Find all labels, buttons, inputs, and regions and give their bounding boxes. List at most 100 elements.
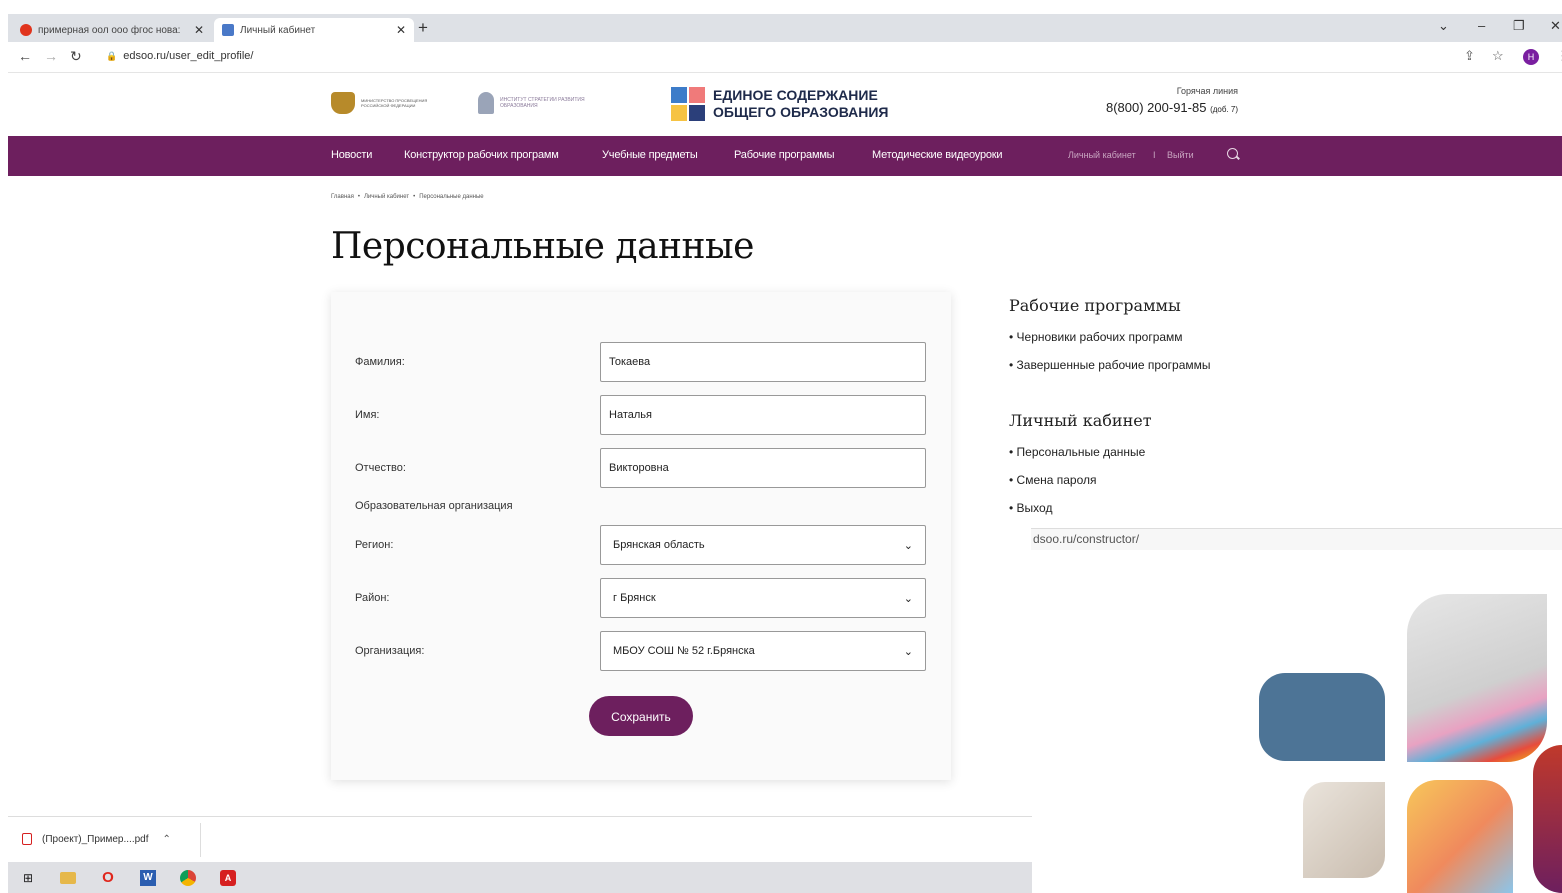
hotline: Горячая линия 8(800) 200-91-85 (доб. 7)	[1068, 86, 1238, 115]
lock-icon: 🔒	[106, 51, 118, 61]
sidebar-heading-account: Личный кабинет	[1009, 411, 1152, 430]
hotline-label: Горячая линия	[1176, 86, 1238, 96]
download-divider	[200, 823, 201, 857]
address-bar: ← → ↻ 🔒 edsoo.ru/user_edit_profile/ ⇪ ☆ Н…	[8, 42, 1562, 73]
browser-menu-icon[interactable]: ⋮	[1556, 48, 1562, 64]
url-text: edsoo.ru/user_edit_profile/	[123, 50, 254, 62]
yandex-favicon-icon	[20, 24, 32, 36]
download-filename: (Проект)_Пример....pdf	[42, 833, 149, 845]
forward-arrow-icon[interactable]: →	[44, 48, 58, 64]
district-select-value: г Брянск	[613, 592, 656, 604]
institute-logo-text: ИНСТИТУТ СТРАТЕГИИ РАЗВИТИЯ ОБРАЗОВАНИЯ	[500, 97, 585, 109]
brand-line-1: ЕДИНОЕ СОДЕРЖАНИЕ	[713, 87, 878, 103]
nav-account-link[interactable]: Личный кабинет	[1068, 150, 1136, 160]
decorative-blue-tile	[1259, 673, 1385, 761]
chevron-up-icon[interactable]: ⌃	[163, 834, 171, 845]
district-select[interactable]: г Брянск ⌄	[600, 578, 926, 618]
nav-item-subjects[interactable]: Учебные предметы	[602, 149, 698, 161]
nav-logout-link[interactable]: Выйти	[1167, 150, 1194, 160]
close-tab-icon[interactable]: ✕	[396, 23, 406, 37]
close-tab-icon[interactable]: ✕	[194, 23, 204, 37]
chrome-icon[interactable]	[180, 870, 196, 886]
region-select[interactable]: Брянская область ⌄	[600, 525, 926, 565]
profile-form: Фамилия: Имя: Отчество: Образовательная …	[331, 292, 951, 780]
browser-tab-strip: примерная оол ооо фгос нова: ✕ Личный ка…	[8, 14, 1562, 42]
tab-search-chevron-icon[interactable]: ⌄	[1438, 18, 1449, 34]
nav-separator: I	[1153, 150, 1156, 160]
download-bar: (Проект)_Пример....pdf ⌃	[8, 816, 1032, 863]
tab-title: примерная оол ооо фгос нова:	[38, 24, 181, 36]
sidebar-heading-programs: Рабочие программы	[1009, 296, 1181, 315]
breadcrumb-account[interactable]: Личный кабинет	[364, 194, 409, 200]
hotline-phone[interactable]: 8(800) 200-91-85	[1106, 100, 1206, 115]
file-explorer-icon[interactable]	[60, 872, 76, 884]
breadcrumb-current: Персональные данные	[419, 194, 484, 200]
minimize-icon[interactable]: –	[1478, 18, 1485, 33]
chevron-down-icon: ⌄	[903, 539, 913, 552]
organization-select[interactable]: МБОУ СОШ № 52 г.Брянска ⌄	[600, 631, 926, 671]
sidebar-link-personal-data[interactable]: • Персональные данные	[1009, 445, 1145, 459]
district-label: Район:	[355, 592, 390, 604]
pdf-file-icon	[22, 833, 32, 845]
patronymic-input[interactable]	[600, 448, 926, 488]
page-title: Персональные данные	[331, 226, 754, 267]
surname-input[interactable]	[600, 342, 926, 382]
acrobat-icon[interactable]: A	[220, 870, 236, 886]
brand-line-2: ОБЩЕГО ОБРАЗОВАНИЯ	[713, 104, 889, 120]
decorative-red-tile	[1533, 745, 1562, 893]
eagle-emblem-icon	[331, 92, 355, 114]
org-section-label: Образовательная организация	[355, 500, 513, 512]
download-item[interactable]: (Проект)_Пример....pdf ⌃	[22, 833, 171, 845]
ministry-logo-text: МИНИСТЕРСТВО ПРОСВЕЩЕНИЯ РОССИЙСКОЙ ФЕДЕ…	[361, 98, 428, 108]
hotline-ext: (доб. 7)	[1210, 105, 1238, 114]
site-header: МИНИСТЕРСТВО ПРОСВЕЩЕНИЯ РОССИЙСКОЙ ФЕДЕ…	[8, 74, 1562, 136]
reload-icon[interactable]: ↻	[70, 48, 82, 65]
institute-logo[interactable]: ИНСТИТУТ СТРАТЕГИИ РАЗВИТИЯ ОБРАЗОВАНИЯ	[478, 92, 600, 114]
opera-icon[interactable]: O	[100, 870, 116, 886]
decorative-paper-photo	[1407, 780, 1513, 893]
url-field[interactable]: 🔒 edsoo.ru/user_edit_profile/	[106, 50, 253, 62]
restore-icon[interactable]: ❐	[1513, 18, 1525, 34]
decorative-pencils-photo	[1407, 594, 1547, 762]
windows-taskbar: ⊞ O W A	[8, 862, 1032, 893]
organization-label: Организация:	[355, 645, 425, 657]
surname-label: Фамилия:	[355, 356, 405, 368]
windows-start-icon[interactable]: ⊞	[20, 870, 36, 886]
institute-emblem-icon	[478, 92, 494, 114]
search-icon[interactable]	[1227, 148, 1238, 159]
name-input[interactable]	[600, 395, 926, 435]
nav-item-constructor[interactable]: Конструктор рабочих программ	[404, 149, 559, 161]
sidebar-link-logout[interactable]: • Выход	[1009, 501, 1052, 515]
nav-item-news[interactable]: Новости	[331, 149, 372, 161]
patronymic-label: Отчество:	[355, 462, 406, 474]
breadcrumb-home[interactable]: Главная	[331, 194, 354, 200]
sidebar-link-change-password[interactable]: • Смена пароля	[1009, 473, 1097, 487]
sidebar-link-completed[interactable]: • Завершенные рабочие программы	[1009, 358, 1211, 372]
back-arrow-icon[interactable]: ←	[18, 48, 32, 64]
chevron-down-icon: ⌄	[903, 592, 913, 605]
brand-mark-icon	[671, 87, 705, 121]
word-icon[interactable]: W	[140, 870, 156, 886]
region-label: Регион:	[355, 539, 394, 551]
site-favicon-icon	[222, 24, 234, 36]
close-window-icon[interactable]: ✕	[1550, 18, 1561, 34]
link-hover-status-url: dsoo.ru/constructor/	[1031, 528, 1562, 550]
sidebar-link-drafts[interactable]: • Черновики рабочих программ	[1009, 330, 1183, 344]
main-nav: Новости Конструктор рабочих программ Уче…	[8, 136, 1562, 176]
share-icon[interactable]: ⇪	[1464, 48, 1475, 64]
profile-avatar[interactable]: Н	[1523, 49, 1539, 65]
nav-item-video-lessons[interactable]: Методические видеоуроки	[872, 149, 1003, 161]
ministry-logo[interactable]: МИНИСТЕРСТВО ПРОСВЕЩЕНИЯ РОССИЙСКОЙ ФЕДЕ…	[331, 92, 451, 114]
browser-tab[interactable]: примерная оол ооо фгос нова: ✕	[12, 18, 212, 42]
bookmark-star-icon[interactable]: ☆	[1492, 48, 1504, 64]
organization-select-value: МБОУ СОШ № 52 г.Брянска	[613, 645, 755, 657]
edsoo-brand-logo[interactable]: ЕДИНОЕ СОДЕРЖАНИЕ ОБЩЕГО ОБРАЗОВАНИЯ	[671, 87, 889, 121]
tab-title: Личный кабинет	[240, 24, 316, 36]
breadcrumb: Главная • Личный кабинет • Персональные данн…	[331, 194, 484, 200]
chevron-down-icon: ⌄	[903, 645, 913, 658]
nav-item-work-programs[interactable]: Рабочие программы	[734, 149, 835, 161]
save-button[interactable]: Сохранить	[589, 696, 693, 736]
region-select-value: Брянская область	[613, 539, 705, 551]
browser-tab-active[interactable]: Личный кабинет ✕	[214, 18, 414, 42]
new-tab-icon[interactable]: +	[418, 18, 428, 38]
